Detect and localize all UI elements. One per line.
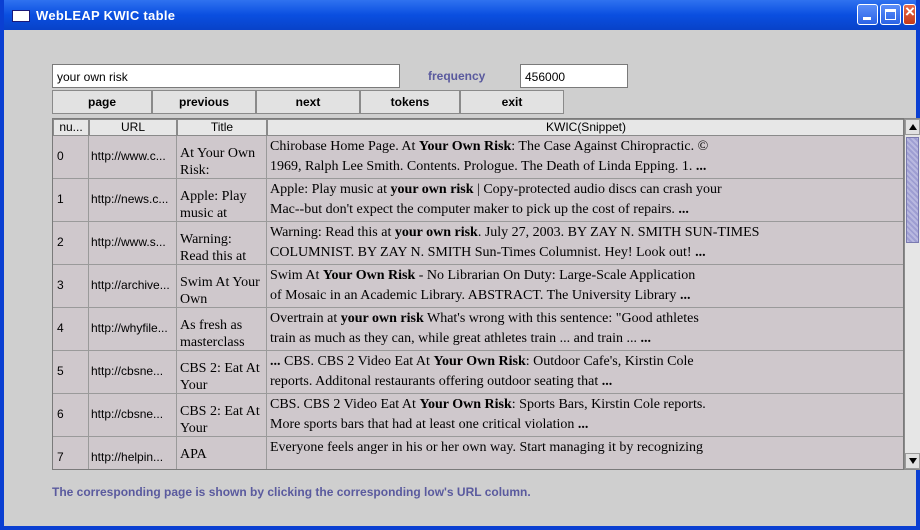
title-cell: CBS 2: Eat At Your: [177, 394, 267, 436]
url-cell[interactable]: http://helpin...: [89, 437, 177, 469]
table-row[interactable]: 1 http://news.c... Apple: Play music at App…: [53, 179, 903, 222]
close-button[interactable]: [903, 2, 916, 25]
row-number: 2: [53, 222, 89, 264]
scroll-down-icon[interactable]: [905, 453, 920, 469]
kwic-snippet-cell: ... CBS. CBS 2 Video Eat At Your Own Ris…: [267, 351, 903, 393]
column-header-num[interactable]: nu...: [53, 119, 89, 136]
table-row[interactable]: 2 http://www.s... Warning: Read this at War…: [53, 222, 903, 265]
kwic-snippet-cell: Warning: Read this at your own risk. Jul…: [267, 222, 903, 264]
column-header-title[interactable]: Title: [177, 119, 267, 136]
table-row[interactable]: 0 http://www.c... At Your Own Risk: Chiroba…: [53, 136, 903, 179]
row-number: 3: [53, 265, 89, 307]
title-cell: APA: [177, 437, 267, 469]
title-cell: At Your Own Risk:: [177, 136, 267, 178]
kwic-snippet-cell: CBS. CBS 2 Video Eat At Your Own Risk: S…: [267, 394, 903, 436]
title-cell: CBS 2: Eat At Your: [177, 351, 267, 393]
kwic-snippet-cell: Chirobase Home Page. At Your Own Risk: T…: [267, 136, 903, 178]
exit-button[interactable]: exit: [460, 90, 564, 114]
table-row[interactable]: 5 http://cbsne... CBS 2: Eat At Your... CB…: [53, 351, 903, 394]
table-row[interactable]: 6 http://cbsne... CBS 2: Eat At Your CBS. C…: [53, 394, 903, 437]
window-title: WebLEAP KWIC table: [36, 8, 176, 23]
previous-button[interactable]: previous: [152, 90, 256, 114]
column-header-url[interactable]: URL: [89, 119, 177, 136]
tokens-button[interactable]: tokens: [360, 90, 460, 114]
scroll-up-icon[interactable]: [905, 119, 920, 135]
table-row[interactable]: 7 http://helpin... APA Everyone feels anger…: [53, 437, 903, 469]
kwic-snippet-cell: Everyone feels anger in his or her own w…: [267, 437, 903, 469]
row-number: 4: [53, 308, 89, 350]
title-cell: Apple: Play music at: [177, 179, 267, 221]
window-app-icon: [12, 10, 30, 22]
query-input[interactable]: your own risk: [52, 64, 400, 88]
frequency-label: frequency: [428, 69, 486, 83]
row-number: 6: [53, 394, 89, 436]
title-cell: Warning: Read this at: [177, 222, 267, 264]
kwic-snippet-cell: Swim At Your Own Risk - No Librarian On …: [267, 265, 903, 307]
footer-note: The corresponding page is shown by click…: [52, 485, 531, 499]
column-header-kwic[interactable]: KWIC(Snippet): [267, 119, 903, 136]
minimize-button[interactable]: [857, 4, 878, 25]
url-cell[interactable]: http://cbsne...: [89, 394, 177, 436]
url-cell[interactable]: http://www.s...: [89, 222, 177, 264]
frequency-field[interactable]: 456000: [520, 64, 628, 88]
title-cell: As fresh as masterclass: [177, 308, 267, 350]
url-cell[interactable]: http://archive...: [89, 265, 177, 307]
url-cell[interactable]: http://news.c...: [89, 179, 177, 221]
scroll-thumb[interactable]: [906, 137, 919, 243]
toolbar: page previous next tokens exit: [52, 90, 564, 114]
maximize-button[interactable]: [880, 4, 901, 25]
row-number: 7: [53, 437, 89, 469]
url-cell[interactable]: http://cbsne...: [89, 351, 177, 393]
row-number: 1: [53, 179, 89, 221]
table-row[interactable]: 4 http://whyfile... As fresh as masterclas…: [53, 308, 903, 351]
page-button[interactable]: page: [52, 90, 152, 114]
kwic-snippet-cell: Overtrain at your own risk What's wrong …: [267, 308, 903, 350]
title-bar[interactable]: WebLEAP KWIC table: [4, 0, 916, 30]
table-row[interactable]: 3 http://archive... Swim At Your Own Swim A…: [53, 265, 903, 308]
main-window: WebLEAP KWIC table your own risk frequen…: [0, 0, 920, 530]
vertical-scrollbar[interactable]: [904, 118, 920, 470]
row-number: 0: [53, 136, 89, 178]
title-cell: Swim At Your Own: [177, 265, 267, 307]
url-cell[interactable]: http://whyfile...: [89, 308, 177, 350]
url-cell[interactable]: http://www.c...: [89, 136, 177, 178]
kwic-snippet-cell: Apple: Play music at your own risk | Cop…: [267, 179, 903, 221]
table-header: nu... URL Title KWIC(Snippet): [53, 119, 903, 136]
kwic-table: nu... URL Title KWIC(Snippet) 0 http://ww…: [52, 118, 904, 470]
table-body: 0 http://www.c... At Your Own Risk: Chiroba…: [53, 136, 903, 469]
next-button[interactable]: next: [256, 90, 360, 114]
row-number: 5: [53, 351, 89, 393]
